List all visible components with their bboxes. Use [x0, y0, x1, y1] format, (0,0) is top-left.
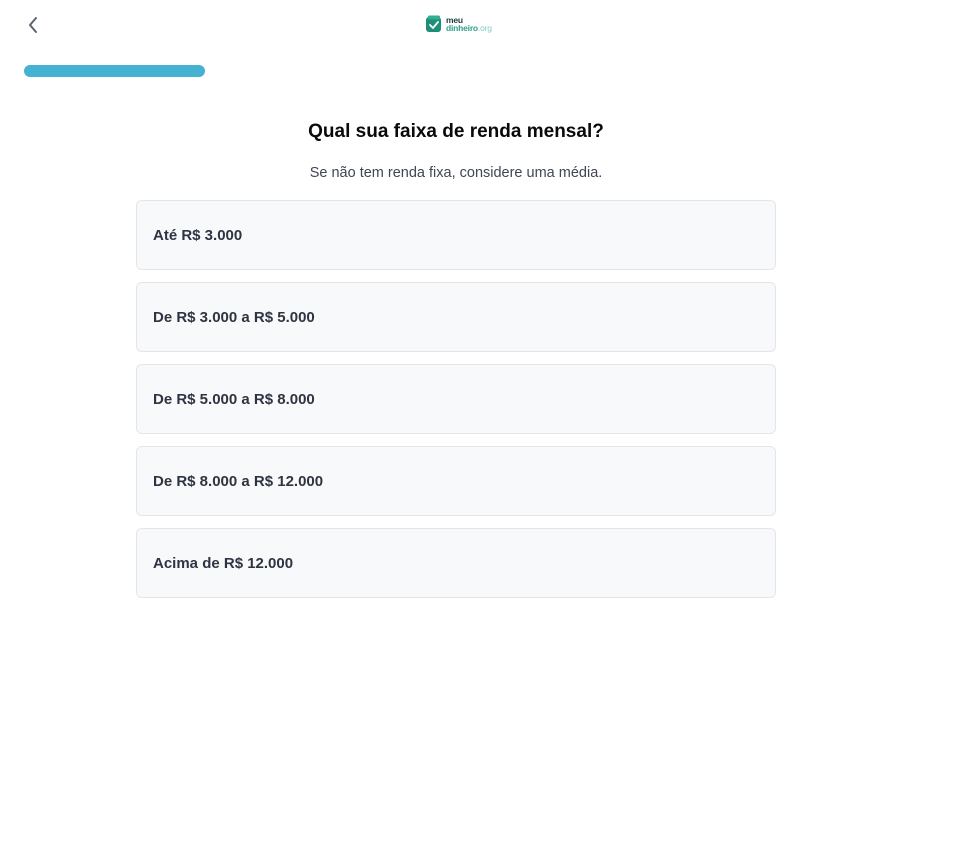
wallet-check-icon	[426, 15, 441, 32]
progress-bar	[24, 65, 929, 77]
option-up-to-3000[interactable]: Até R$ 3.000	[136, 200, 776, 270]
question-title: Qual sua faixa de renda mensal?	[308, 121, 604, 142]
option-label: De R$ 3.000 a R$ 5.000	[153, 308, 315, 326]
option-5000-to-8000[interactable]: De R$ 5.000 a R$ 8.000	[136, 364, 776, 434]
option-above-12000[interactable]: Acima de R$ 12.000	[136, 528, 776, 598]
option-label: De R$ 8.000 a R$ 12.000	[153, 472, 324, 490]
option-label: Acima de R$ 12.000	[153, 554, 294, 572]
option-8000-to-12000[interactable]: De R$ 8.000 a R$ 12.000	[136, 446, 776, 516]
option-label: De R$ 5.000 a R$ 8.000	[153, 390, 315, 408]
answer-options-list: Até R$ 3.000 De R$ 3.000 a R$ 5.000 De R…	[136, 200, 776, 610]
question-subtitle: Se não tem renda fixa, considere uma méd…	[309, 165, 603, 181]
back-button[interactable]	[22, 13, 44, 37]
option-label: Até R$ 3.000	[153, 226, 243, 244]
logo-text-suffix: .org	[477, 23, 492, 33]
option-3000-to-5000[interactable]: De R$ 3.000 a R$ 5.000	[136, 282, 776, 352]
logo-text-bottom: dinheiro	[446, 23, 478, 33]
chevron-left-icon	[29, 17, 37, 33]
brand-logo: meu dinheiro.org	[425, 14, 492, 34]
progress-bar-fill	[24, 65, 205, 77]
